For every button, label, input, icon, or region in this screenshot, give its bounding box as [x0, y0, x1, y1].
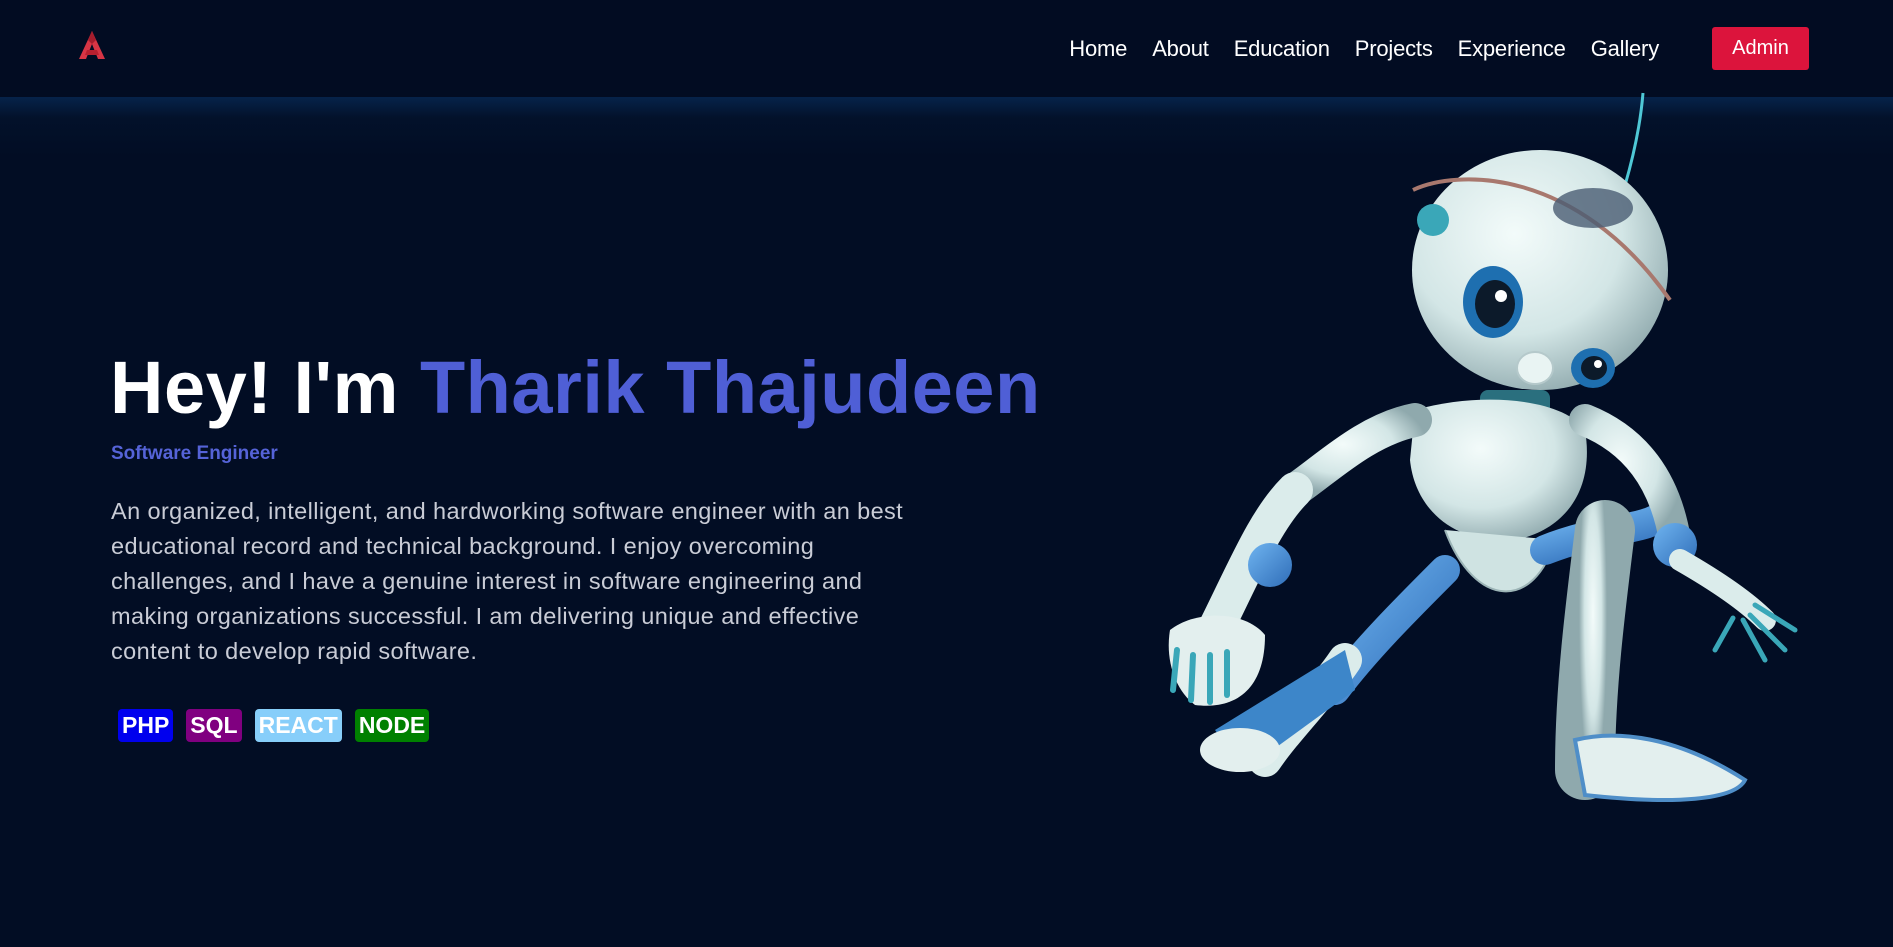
hero-greeting: Hey! I'm [110, 346, 399, 429]
nav-link-about[interactable]: About [1152, 36, 1209, 62]
skill-badges: PHP SQL REACT NODE [118, 709, 430, 742]
hero-subtitle: Software Engineer [111, 443, 278, 464]
nav-links: Home About Education Projects Experience… [1069, 0, 1659, 97]
nav-link-experience[interactable]: Experience [1458, 36, 1566, 62]
logo-icon[interactable] [78, 30, 106, 60]
hero-description: An organized, intelligent, and hardworki… [111, 498, 904, 664]
admin-button[interactable]: Admin [1712, 27, 1809, 70]
hero-name: Tharik Thajudeen [419, 346, 1041, 429]
skill-badge-react: REACT [254, 709, 342, 742]
robot-illustration [1168, 92, 1798, 802]
skill-badge-sql: SQL [186, 709, 242, 742]
skill-badge-php: PHP [118, 709, 174, 742]
hero-title: Hey! I'm Tharik Thajudeen [110, 345, 1041, 430]
skill-badge-node: NODE [354, 709, 430, 742]
navbar: Home About Education Projects Experience… [0, 0, 1893, 97]
nav-link-gallery[interactable]: Gallery [1591, 36, 1659, 62]
nav-link-education[interactable]: Education [1234, 36, 1330, 62]
nav-link-home[interactable]: Home [1069, 36, 1127, 62]
nav-link-projects[interactable]: Projects [1355, 36, 1433, 62]
